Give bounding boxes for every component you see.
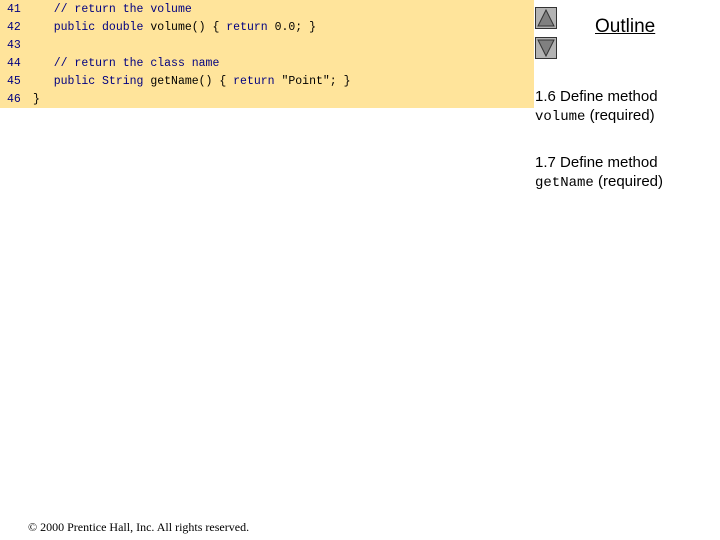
closing-brace: }	[33, 93, 40, 106]
note-code: getName	[535, 175, 594, 191]
triangle-up-icon	[537, 8, 555, 27]
outline-title[interactable]: Outline	[595, 16, 655, 38]
code-keyword-return: return	[226, 21, 268, 34]
note-code: volume	[535, 109, 586, 125]
line-number: 45	[7, 75, 21, 88]
outline-note-1-7: 1.7 Define method getName (required)	[535, 153, 663, 193]
next-slide-button[interactable]	[535, 37, 557, 59]
note-heading: 1.7 Define method	[535, 154, 658, 171]
note-suffix: (required)	[593, 173, 664, 190]
code-text: 0.0; }	[267, 21, 316, 34]
code-text: volume() {	[143, 21, 227, 34]
code-line-45: 45 public String getName() { return "Poi…	[7, 73, 351, 91]
line-number: 41	[7, 3, 21, 16]
code-line-41: 41 // return the volume	[7, 1, 192, 19]
code-keyword-return: return	[233, 75, 275, 88]
code-keywords: public String	[53, 75, 144, 88]
code-keywords: public double	[53, 21, 144, 34]
copyright-footer: © 2000 Prentice Hall, Inc. All rights re…	[28, 520, 250, 534]
code-line-42: 42 public double volume() { return 0.0; …	[7, 19, 316, 37]
outline-note-1-6: 1.6 Define method volume (required)	[535, 87, 658, 127]
code-line-46: 46}	[7, 91, 40, 109]
triangle-down-icon	[537, 39, 555, 58]
code-line-44: 44 // return the class name	[7, 55, 219, 73]
note-heading: 1.6 Define method	[535, 88, 658, 105]
line-number: 42	[7, 21, 21, 34]
line-number: 46	[7, 93, 21, 106]
line-number: 44	[7, 57, 21, 70]
line-number: 43	[7, 39, 21, 52]
code-line-43: 43	[7, 37, 33, 55]
code-text: getName() {	[143, 75, 234, 88]
previous-slide-button[interactable]	[535, 7, 557, 29]
code-comment: // return the volume	[53, 3, 192, 16]
note-suffix: (required)	[585, 107, 655, 124]
code-panel: 41 // return the volume 42 public double…	[0, 0, 534, 108]
code-text: "Point"; }	[274, 75, 351, 88]
code-comment: // return the class name	[53, 57, 220, 70]
